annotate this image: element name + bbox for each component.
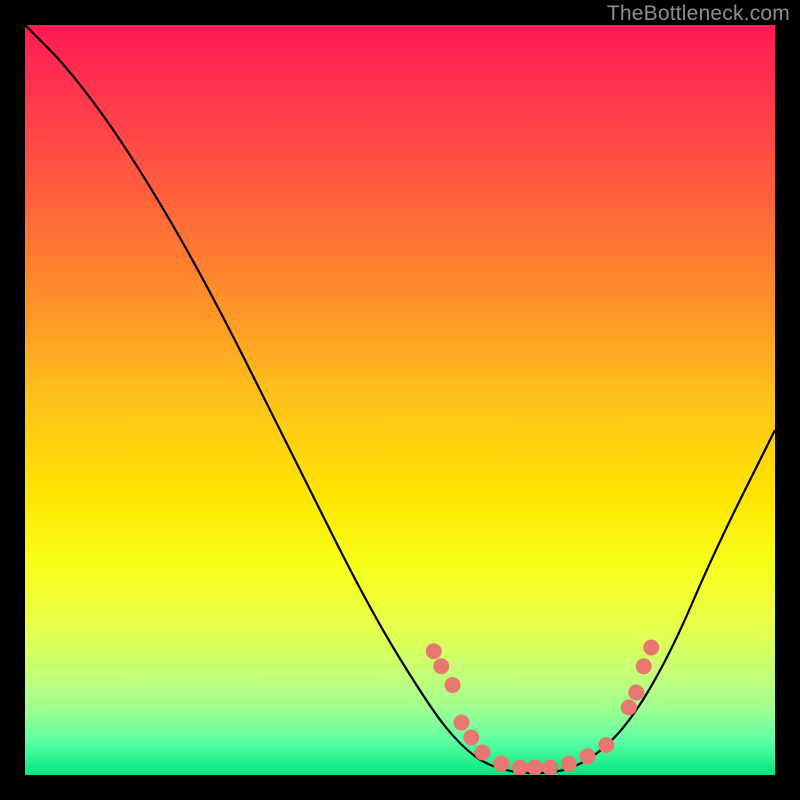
- data-marker: [475, 745, 491, 761]
- data-marker: [512, 760, 528, 776]
- data-marker: [433, 658, 449, 674]
- data-marker: [426, 643, 442, 659]
- data-marker: [493, 756, 509, 772]
- data-marker: [580, 748, 596, 764]
- data-marker: [445, 677, 461, 693]
- data-marker: [561, 756, 577, 772]
- chart-frame: [25, 25, 775, 775]
- data-marker: [527, 760, 543, 776]
- data-marker: [542, 760, 558, 776]
- data-marker: [598, 737, 614, 753]
- data-marker: [621, 700, 637, 716]
- data-marker: [454, 715, 470, 731]
- chart-svg: [25, 25, 775, 775]
- watermark-text: TheBottleneck.com: [607, 2, 790, 26]
- data-markers: [426, 640, 660, 776]
- data-marker: [636, 658, 652, 674]
- data-marker: [628, 685, 644, 701]
- data-marker: [463, 730, 479, 746]
- data-marker: [643, 640, 659, 656]
- bottleneck-curve: [25, 25, 775, 773]
